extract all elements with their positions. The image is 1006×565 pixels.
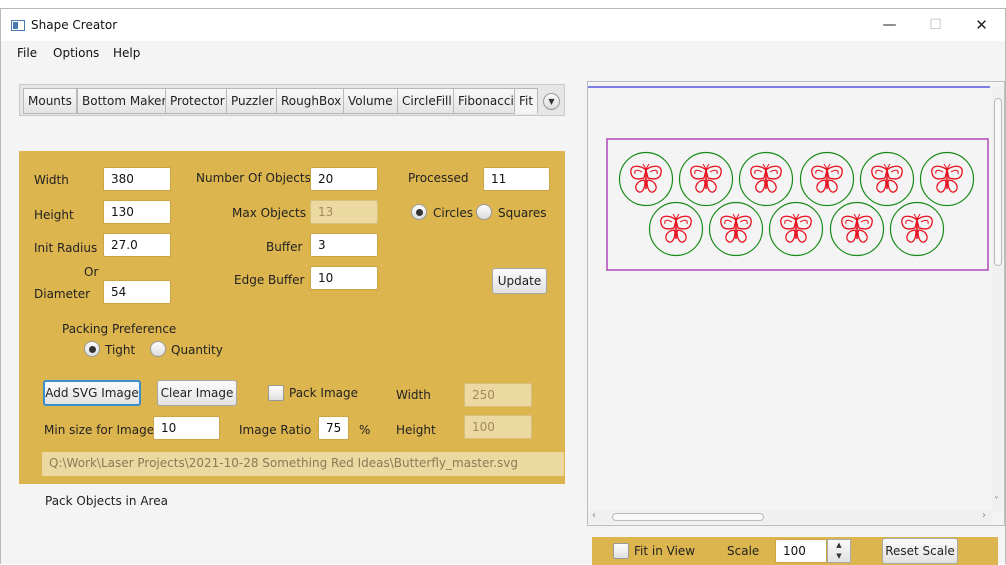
preview-panel: ˅ ‹ › (587, 81, 1005, 526)
left-panel: Mounts Bottom Maker Protector Puzzler Ro… (19, 84, 565, 526)
packed-circle (648, 201, 704, 257)
image-height-input: 100 (464, 415, 532, 439)
edge-buffer-input[interactable]: 10 (310, 266, 378, 290)
diameter-label: Diameter (34, 287, 91, 301)
close-button[interactable]: ✕ (959, 9, 1004, 41)
menu-bar: File Options Help (1, 41, 1005, 65)
tab-protector[interactable]: Protector (165, 88, 230, 114)
maximize-button[interactable]: ☐ (913, 9, 958, 41)
diameter-input[interactable]: 54 (103, 280, 171, 304)
clear-image-button[interactable]: Clear Image (157, 380, 237, 406)
tab-bar: Mounts Bottom Maker Protector Puzzler Ro… (19, 84, 565, 116)
image-height-label: Height (396, 423, 436, 437)
height-label: Height (34, 208, 74, 222)
quantity-label: Quantity (171, 343, 223, 357)
packed-circle (618, 151, 674, 207)
pack-image-checkbox[interactable] (268, 385, 284, 401)
scale-down-icon[interactable]: ▼ (828, 551, 850, 562)
reset-scale-button[interactable]: Reset Scale (882, 538, 958, 564)
packing-preference-label: Packing Preference (62, 322, 177, 336)
status-text: Pack Objects in Area (45, 494, 168, 508)
num-objects-input[interactable]: 20 (310, 167, 378, 191)
title-bar: Shape Creator — ☐ ✕ (1, 9, 1005, 41)
menu-options[interactable]: Options (53, 46, 99, 60)
image-ratio-input[interactable]: 75 (318, 416, 349, 440)
scale-stepper[interactable]: ▲ ▼ (827, 539, 851, 563)
packed-circle (678, 151, 734, 207)
edge-buffer-label: Edge Buffer (234, 273, 305, 287)
circles-label: Circles (433, 206, 473, 220)
scroll-left-icon[interactable]: ‹ (592, 510, 596, 521)
image-width-input: 250 (464, 383, 532, 407)
fit-form-panel: Width 380 Height 130 Init Radius 27.0 Or… (19, 151, 565, 484)
view-controls-bar: Fit in View Scale 100 ▲ ▼ Reset Scale (592, 537, 998, 565)
tab-fit[interactable]: Fit (514, 88, 539, 114)
height-input[interactable]: 130 (103, 200, 171, 224)
image-width-label: Width (396, 388, 431, 402)
tab-mounts[interactable]: Mounts (23, 88, 77, 114)
max-objects-input: 13 (310, 200, 378, 224)
packed-circle (889, 201, 945, 257)
minimize-button[interactable]: — (867, 9, 912, 41)
buffer-input[interactable]: 3 (310, 233, 378, 257)
tab-volume[interactable]: Volume (343, 88, 398, 114)
squares-radio[interactable] (476, 204, 492, 220)
app-icon (11, 20, 25, 31)
vertical-scrollbar[interactable]: ˅ (992, 86, 1004, 512)
tight-radio[interactable] (84, 341, 100, 357)
packed-circle (799, 151, 855, 207)
tab-puzzler[interactable]: Puzzler (226, 88, 279, 114)
tab-fibonacci[interactable]: Fibonacci (453, 88, 519, 114)
horizontal-scrollbar[interactable]: ‹ › (588, 510, 992, 524)
pack-image-label: Pack Image (289, 386, 358, 400)
menu-help[interactable]: Help (113, 46, 140, 60)
init-radius-input[interactable]: 27.0 (103, 233, 171, 257)
min-size-input[interactable]: 10 (153, 416, 220, 440)
menu-file[interactable]: File (17, 46, 37, 60)
quantity-radio[interactable] (150, 341, 166, 357)
packed-circle (738, 151, 794, 207)
preview-canvas[interactable] (588, 90, 992, 510)
horizontal-scroll-thumb[interactable] (612, 513, 764, 521)
app-window: Shape Creator — ☐ ✕ File Options Help Mo… (0, 8, 1006, 565)
num-objects-label: Number Of Objects (196, 171, 311, 185)
packed-circle (768, 201, 824, 257)
tight-label: Tight (105, 343, 136, 357)
or-label: Or (84, 265, 99, 279)
packed-circle (829, 201, 885, 257)
packed-circle (859, 151, 915, 207)
scale-label: Scale (727, 544, 760, 558)
fit-in-view-label: Fit in View (634, 544, 696, 558)
tab-overflow-menu-icon[interactable]: ▼ (543, 93, 560, 110)
buffer-label: Buffer (266, 240, 303, 254)
scroll-right-icon[interactable]: › (982, 510, 986, 521)
packed-circle (708, 201, 764, 257)
init-radius-label: Init Radius (34, 241, 98, 255)
scale-up-icon[interactable]: ▲ (828, 540, 850, 551)
canvas-top-border (588, 86, 990, 88)
add-svg-image-button[interactable]: Add SVG Image (43, 380, 141, 406)
width-label: Width (34, 173, 69, 187)
update-button[interactable]: Update (492, 268, 547, 294)
squares-label: Squares (498, 206, 547, 220)
scale-input[interactable]: 100 (775, 539, 827, 563)
image-ratio-label: Image Ratio (239, 423, 312, 437)
circles-radio[interactable] (411, 204, 427, 220)
percent-label: % (359, 423, 371, 437)
width-input[interactable]: 380 (103, 167, 171, 191)
scroll-down-icon[interactable]: ˅ (994, 496, 999, 507)
processed-label: Processed (408, 171, 469, 185)
tab-bottom-maker[interactable]: Bottom Maker (77, 88, 172, 114)
processed-input[interactable]: 11 (483, 167, 550, 191)
svg-file-path-field[interactable]: Q:\Work\Laser Projects\2021-10-28 Someth… (42, 452, 564, 476)
packed-circle (919, 151, 975, 207)
max-objects-label: Max Objects (232, 206, 306, 220)
min-size-label: Min size for Image (44, 423, 155, 437)
tab-roughbox[interactable]: RoughBox (276, 88, 347, 114)
window-title: Shape Creator (31, 18, 118, 32)
fit-in-view-checkbox[interactable] (613, 543, 629, 559)
packed-circles (618, 151, 975, 257)
vertical-scroll-thumb[interactable] (994, 98, 1002, 266)
tab-circlefill[interactable]: CircleFill (397, 88, 457, 114)
